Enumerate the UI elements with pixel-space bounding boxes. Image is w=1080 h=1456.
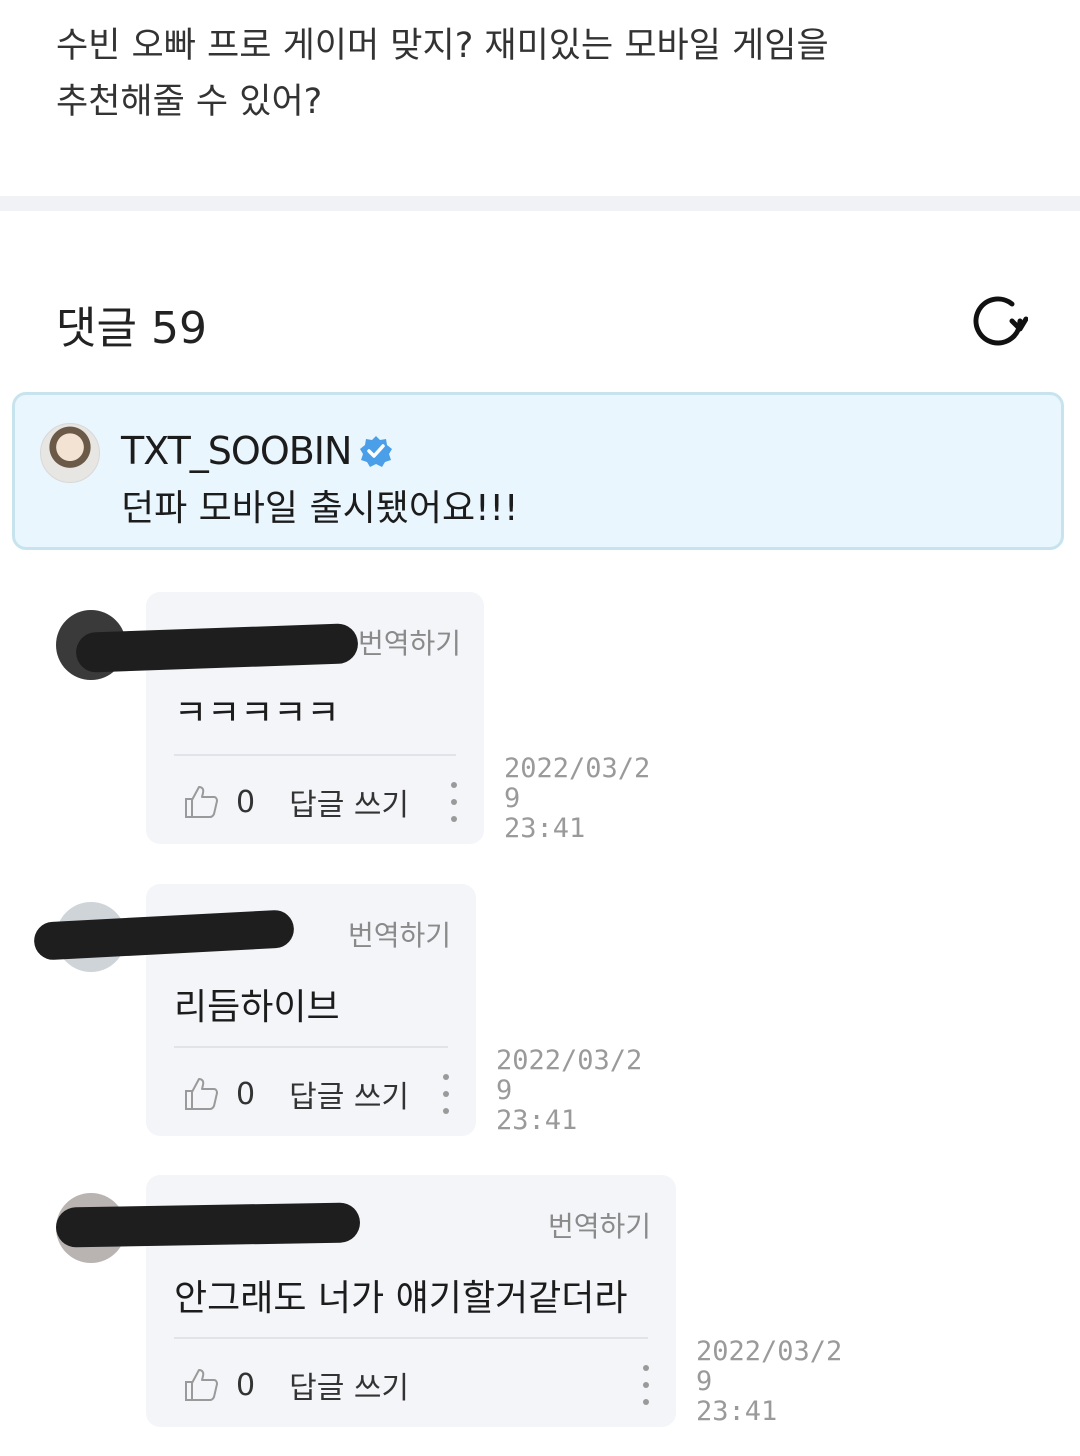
like-count: 0: [236, 1076, 256, 1112]
thumbs-up-icon: [185, 786, 218, 818]
comment-timestamp: 2022/03/2 9 23:41: [696, 1336, 843, 1427]
comment-text: 리듬하이브: [174, 987, 340, 1028]
pinned-creator-reply: TXT_SOOBIN 던파 모바일 출시됐어요!!!: [12, 392, 1064, 550]
section-divider: [0, 196, 1080, 211]
comment-separator: [174, 1337, 648, 1339]
translate-button[interactable]: 번역하기: [548, 1205, 651, 1245]
more-options-icon[interactable]: [436, 1074, 456, 1114]
question-text: 수빈 오빠 프로 게이머 맞지? 재미있는 모바일 게임을 추천해줄 수 있어?: [56, 26, 829, 122]
thumbs-up-icon: [185, 1078, 218, 1110]
reply-button[interactable]: 답글 쓰기: [289, 1363, 409, 1407]
comment-item: 번역하기 ㅋㅋㅋㅋㅋ 0 답글 쓰기 2022/03/2 9 23:41: [56, 592, 650, 846]
like-count: 0: [236, 784, 256, 820]
comments-count-title: 댓글 59: [56, 303, 207, 354]
comment-timestamp: 2022/03/2 9 23:41: [496, 1045, 643, 1136]
creator-reply-text: 던파 모바일 출시됐어요!!!: [121, 488, 519, 529]
comment-separator: [174, 1046, 448, 1048]
comment-item: 번역하기 안그래도 너가 얘기할거같더라 0 답글 쓰기 2022/03/2 9…: [55, 1175, 842, 1429]
more-options-icon[interactable]: [636, 1365, 656, 1405]
like-button[interactable]: 0: [182, 1075, 255, 1113]
like-count: 0: [236, 1367, 256, 1403]
comment-separator: [174, 754, 456, 756]
comment-timestamp: 2022/03/2 9 23:41: [504, 753, 651, 844]
like-button[interactable]: 0: [182, 1366, 255, 1404]
reply-button[interactable]: 답글 쓰기: [289, 1072, 409, 1116]
refresh-icon: [973, 296, 1028, 346]
like-button[interactable]: 0: [182, 783, 255, 821]
redaction-mark: [55, 1202, 361, 1248]
verified-badge-icon: [360, 436, 393, 467]
comment-item: 번역하기 리듬하이브 0 답글 쓰기 2022/03/2 9 23:41: [33, 884, 642, 1138]
thumbs-up-icon: [185, 1369, 218, 1401]
translate-button[interactable]: 번역하기: [348, 914, 451, 954]
more-options-icon[interactable]: [444, 782, 464, 822]
creator-avatar[interactable]: [40, 423, 100, 483]
creator-username[interactable]: TXT_SOOBIN: [121, 429, 352, 473]
translate-button[interactable]: 번역하기: [358, 622, 461, 662]
comment-text: 안그래도 너가 얘기할거같더라: [174, 1278, 628, 1319]
reply-button[interactable]: 답글 쓰기: [289, 780, 409, 824]
comment-text: ㅋㅋㅋㅋㅋ: [174, 693, 340, 734]
refresh-button[interactable]: [965, 290, 1031, 352]
